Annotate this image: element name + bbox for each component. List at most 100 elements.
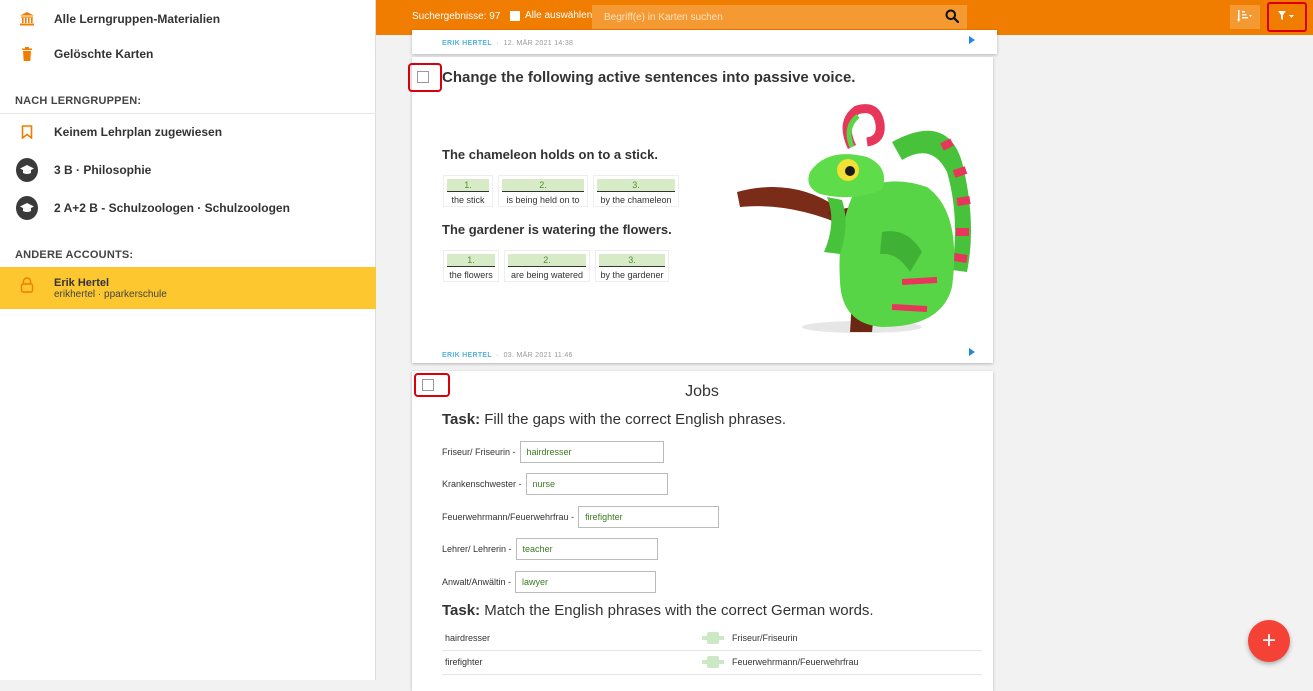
sidebar-item-label: 2 A+2 B - Schulzoologen · Schulzoologen bbox=[54, 201, 290, 215]
gap-label: Feuerwehrmann/Feuerwehrfrau - bbox=[442, 512, 575, 522]
card-meta: ERIK HERTEL · 03. MÄR 2021 11:46 bbox=[442, 352, 573, 359]
bookmark-icon bbox=[16, 121, 38, 143]
sidebar-item-deleted-cards[interactable]: Gelöschte Karten bbox=[0, 35, 376, 73]
sidebar-item-group-schulzoologen[interactable]: 2 A+2 B - Schulzoologen · Schulzoologen bbox=[0, 189, 376, 227]
sort-button[interactable] bbox=[1230, 5, 1260, 29]
card-title: Jobs bbox=[685, 383, 719, 400]
task-heading: Task: Fill the gaps with the correct Eng… bbox=[442, 411, 786, 428]
card-date: 03. MÄR 2021 11:46 bbox=[503, 352, 573, 359]
sidebar-item-label: 3 B · Philosophie bbox=[54, 163, 152, 177]
blank: 3. by the gardener bbox=[595, 250, 669, 282]
gap-label: Friseur/ Friseurin - bbox=[442, 447, 516, 457]
graduation-cap-icon bbox=[16, 196, 38, 220]
card[interactable]: ERIK HERTEL · 12. MÄR 2021 14:38 bbox=[412, 30, 997, 54]
graduation-cap-icon bbox=[16, 158, 38, 182]
gap-label: Anwalt/Anwältin - bbox=[442, 577, 512, 587]
sidebar-item-label: Keinem Lehrplan zugewiesen bbox=[54, 125, 223, 139]
connector-icon[interactable] bbox=[702, 632, 724, 646]
task-text: Match the English phrases with the corre… bbox=[480, 602, 874, 619]
card-select-highlight bbox=[408, 63, 442, 92]
gap-label: Krankenschwester - bbox=[442, 479, 522, 489]
blank-answer: by the chameleon bbox=[600, 195, 672, 205]
blank-number: 3. bbox=[597, 179, 675, 192]
blank: 2. are being watered bbox=[504, 250, 590, 282]
blank-answer: by the gardener bbox=[600, 270, 664, 280]
gap-input[interactable]: teacher bbox=[515, 538, 658, 560]
match-row: firefighter Feuerwehrmann/Feuerwehrfrau bbox=[442, 651, 982, 675]
blank: 3. by the chameleon bbox=[593, 175, 679, 207]
task-heading: Task: Match the English phrases with the… bbox=[442, 602, 874, 619]
sidebar: Alle Lerngruppen-Materialien Gelöschte K… bbox=[0, 0, 376, 680]
library-icon bbox=[16, 8, 38, 30]
match-german: Friseur/Friseurin bbox=[732, 633, 798, 643]
match-english: hairdresser bbox=[445, 633, 491, 643]
section-heading-accounts: ANDERE ACCOUNTS: bbox=[15, 249, 134, 261]
match-row: hairdresser Friseur/Friseurin bbox=[442, 627, 982, 651]
checkbox-icon[interactable] bbox=[510, 10, 520, 21]
blank-number: 2. bbox=[502, 179, 584, 192]
card-title: Change the following active sentences in… bbox=[442, 69, 856, 86]
play-icon[interactable] bbox=[969, 348, 975, 356]
search-box bbox=[592, 5, 967, 29]
gap-label: Lehrer/ Lehrerin - bbox=[442, 544, 512, 554]
gap-row: Anwalt/Anwältin - lawyer bbox=[442, 571, 657, 593]
search-results-count: Suchergebnisse: 97 bbox=[412, 11, 501, 22]
blank: 1. the stick bbox=[443, 175, 493, 207]
sidebar-item-account[interactable]: Erik Hertel erikhertel · pparkerschule bbox=[0, 267, 376, 309]
plus-icon: + bbox=[1261, 627, 1276, 654]
card-date: 12. MÄR 2021 14:38 bbox=[503, 40, 574, 47]
sidebar-item-label: Gelöschte Karten bbox=[54, 47, 154, 61]
task-text: Fill the gaps with the correct English p… bbox=[480, 411, 787, 428]
card-author[interactable]: ERIK HERTEL bbox=[442, 40, 492, 47]
filter-button[interactable] bbox=[1267, 2, 1307, 32]
account-details: erikhertel · pparkerschule bbox=[54, 289, 167, 300]
card[interactable]: Jobs Task: Fill the gaps with the correc… bbox=[412, 371, 993, 691]
gap-input[interactable]: lawyer bbox=[515, 571, 657, 593]
gap-row: Feuerwehrmann/Feuerwehrfrau - firefighte… bbox=[442, 506, 720, 528]
trash-icon bbox=[16, 43, 38, 65]
blank-number: 2. bbox=[508, 254, 586, 267]
blank: 2. is being held on to bbox=[498, 175, 588, 207]
gap-row: Lehrer/ Lehrerin - teacher bbox=[442, 538, 658, 560]
section-heading-groups: NACH LERNGRUPPEN: bbox=[15, 95, 142, 107]
card-select-checkbox[interactable] bbox=[417, 71, 429, 83]
blank-answer: the flowers bbox=[449, 270, 493, 280]
gap-input[interactable]: firefighter bbox=[578, 506, 720, 528]
card-meta: ERIK HERTEL · 12. MÄR 2021 14:38 bbox=[442, 40, 574, 47]
task-label: Task: bbox=[442, 602, 481, 619]
gap-row: Friseur/ Friseurin - hairdresser bbox=[442, 441, 664, 463]
card-author[interactable]: ERIK HERTEL bbox=[442, 352, 492, 359]
task-label: Task: bbox=[442, 411, 481, 428]
gap-input[interactable]: nurse bbox=[525, 473, 668, 495]
sidebar-item-all-materials[interactable]: Alle Lerngruppen-Materialien bbox=[0, 0, 376, 38]
blank-answer: is being held on to bbox=[506, 195, 580, 205]
chameleon-watering-can-image bbox=[737, 104, 971, 333]
gap-input[interactable]: hairdresser bbox=[519, 441, 664, 463]
sidebar-item-group-philosophie[interactable]: 3 B · Philosophie bbox=[0, 151, 376, 189]
sort-icon bbox=[1237, 10, 1253, 24]
select-all-label: Alle auswählen bbox=[525, 10, 593, 21]
sentence: The chameleon holds on to a stick. bbox=[442, 147, 658, 162]
blank-number: 1. bbox=[447, 179, 489, 192]
sidebar-item-group-unassigned[interactable]: Keinem Lehrplan zugewiesen bbox=[0, 113, 376, 151]
card[interactable]: Change the following active sentences in… bbox=[408, 57, 993, 363]
match-english: firefighter bbox=[445, 657, 483, 667]
play-icon[interactable] bbox=[969, 36, 975, 44]
sidebar-item-label: Alle Lerngruppen-Materialien bbox=[54, 12, 221, 26]
sentence: The gardener is watering the flowers. bbox=[442, 222, 672, 237]
blank: 1. the flowers bbox=[443, 250, 499, 282]
lock-icon bbox=[20, 277, 34, 298]
blank-answer: the stick bbox=[451, 195, 485, 205]
connector-icon[interactable] bbox=[702, 656, 724, 670]
blank-number: 3. bbox=[599, 254, 665, 267]
match-german: Feuerwehrmann/Feuerwehrfrau bbox=[732, 657, 859, 667]
blank-answer: are being watered bbox=[510, 270, 584, 280]
blank-number: 1. bbox=[447, 254, 495, 267]
filter-icon bbox=[1278, 11, 1296, 23]
gap-row: Krankenschwester - nurse bbox=[442, 473, 668, 495]
search-icon[interactable] bbox=[945, 9, 960, 28]
select-all-checkbox[interactable]: Alle auswählen bbox=[510, 10, 592, 21]
add-card-button[interactable]: + bbox=[1248, 620, 1290, 662]
account-name: Erik Hertel bbox=[54, 277, 110, 289]
search-input[interactable] bbox=[592, 5, 932, 29]
